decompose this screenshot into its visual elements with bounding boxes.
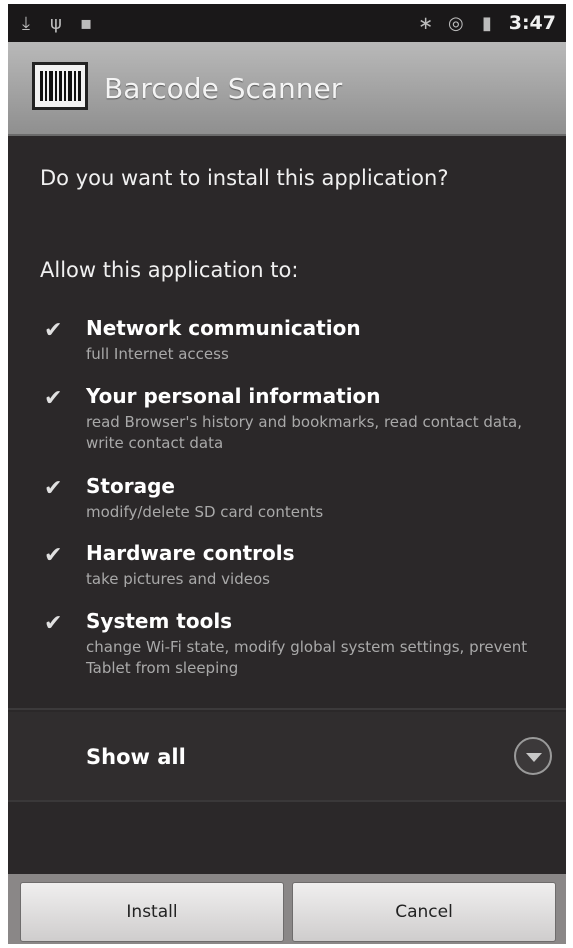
allow-heading: Allow this application to: <box>40 258 299 282</box>
chevron-down-icon <box>526 753 542 762</box>
check-icon: ✔ <box>44 611 63 636</box>
show-all-row[interactable]: Show all <box>8 712 566 802</box>
status-bar: ⤓ ψ ▪ ∗ ◎ ▮ 3:47 <box>8 4 566 42</box>
button-bar: Install Cancel <box>8 874 566 944</box>
check-icon: ✔ <box>44 318 63 343</box>
permission-title: Hardware controls <box>86 541 295 565</box>
permission-description: read Browser's history and bookmarks, re… <box>86 413 522 452</box>
title-bar: Barcode Scanner <box>8 42 566 136</box>
permission-title: Network communication <box>86 316 361 340</box>
permission-title: System tools <box>86 609 233 633</box>
check-icon: ✔ <box>44 543 63 568</box>
check-icon: ✔ <box>44 476 63 501</box>
battery-icon: ▮ <box>482 13 492 34</box>
permission-description: change Wi-Fi state, modify global system… <box>86 638 528 677</box>
app-title: Barcode Scanner <box>104 72 343 105</box>
show-all-label: Show all <box>86 745 186 769</box>
status-clock: 3:47 <box>508 12 556 34</box>
install-screen: ⤓ ψ ▪ ∗ ◎ ▮ 3:47 Barcode Scanner Do you … <box>8 4 566 944</box>
sd-card-icon: ▪ <box>80 13 93 34</box>
permission-description: modify/delete SD card contents <box>86 503 324 521</box>
divider <box>8 708 566 710</box>
expand-icon[interactable] <box>514 737 552 775</box>
cancel-button[interactable]: Cancel <box>292 882 556 942</box>
permission-title: Storage <box>86 474 175 498</box>
barcode-icon <box>32 62 88 110</box>
install-question: Do you want to install this application? <box>40 166 449 190</box>
check-icon: ✔ <box>44 386 63 411</box>
usb-icon: ψ <box>50 13 62 34</box>
install-button[interactable]: Install <box>20 882 284 942</box>
permission-description: full Internet access <box>86 345 229 363</box>
download-icon: ⤓ <box>22 13 30 34</box>
permission-description: take pictures and videos <box>86 570 270 588</box>
bluetooth-icon: ∗ <box>418 13 434 34</box>
permission-title: Your personal information <box>86 384 381 408</box>
sync-icon: ◎ <box>448 13 464 34</box>
